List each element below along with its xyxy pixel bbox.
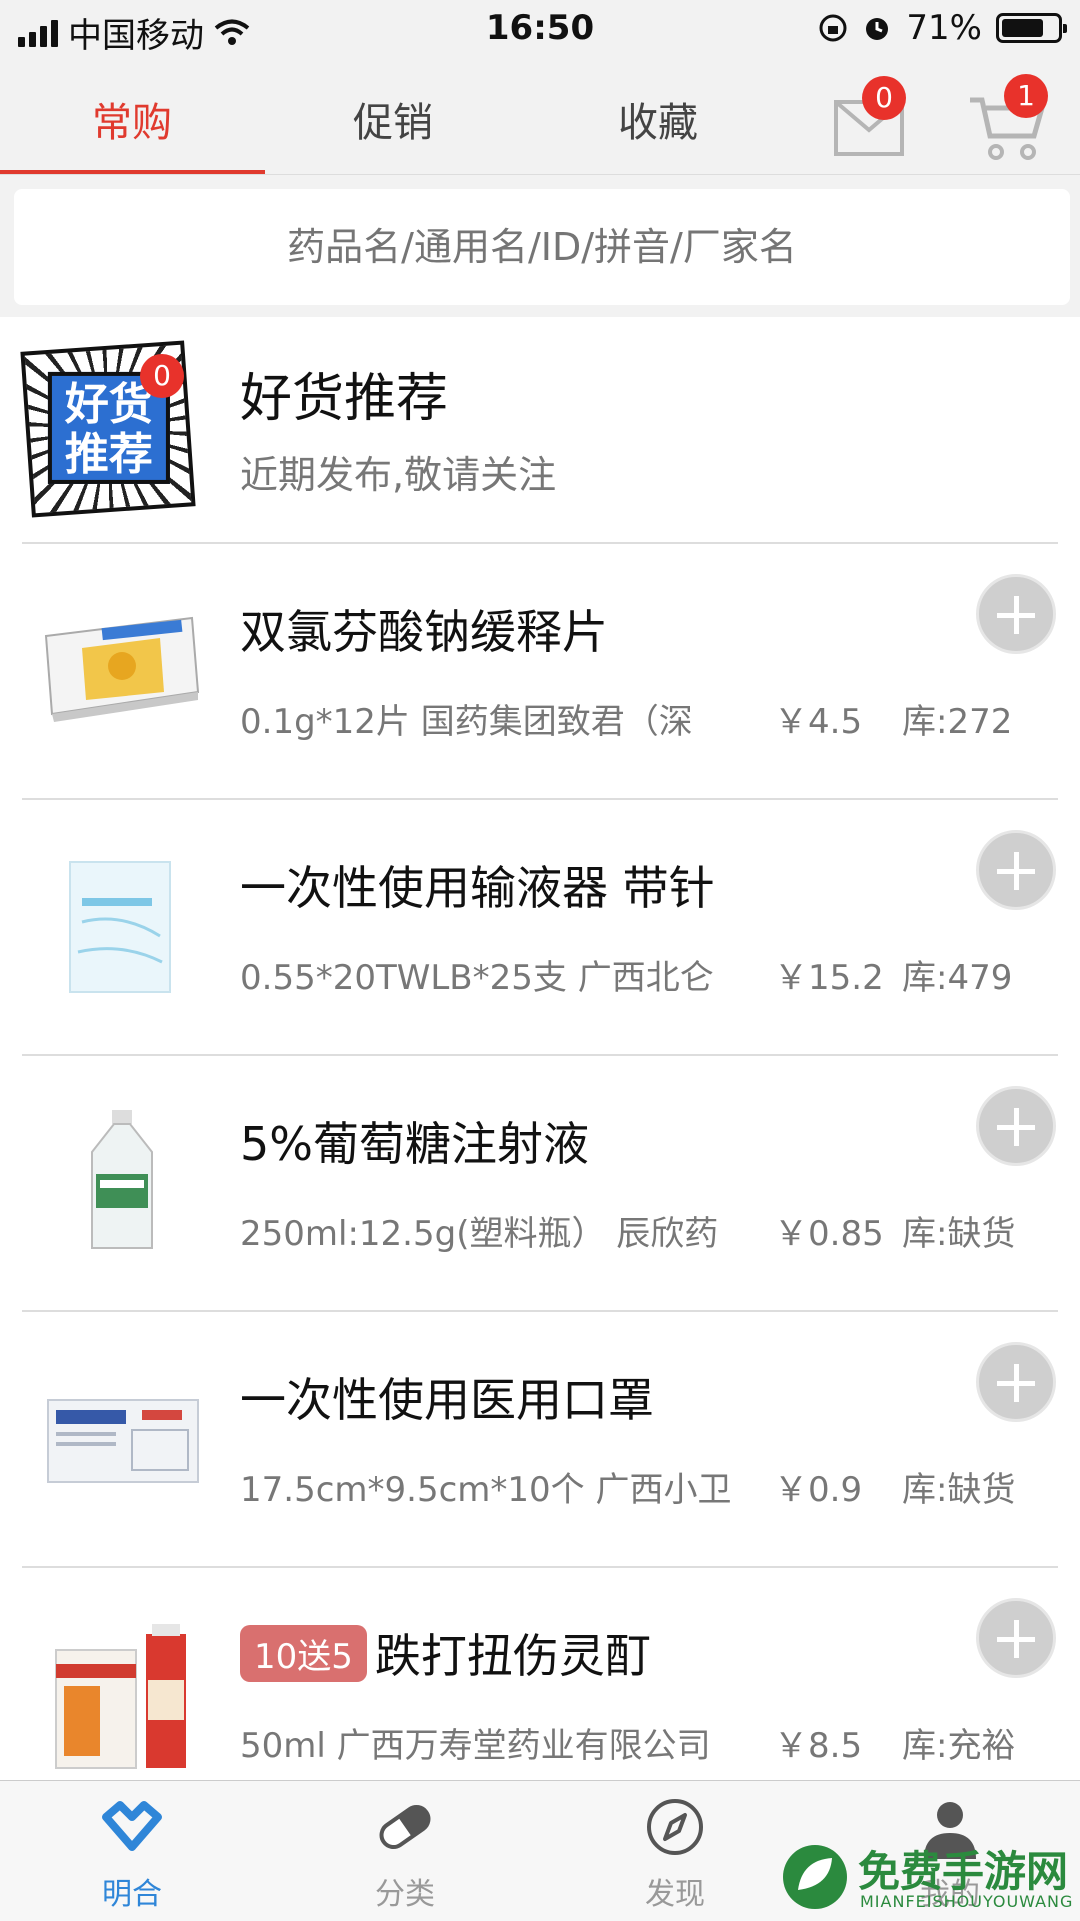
nav-home[interactable]: 明合	[42, 1795, 222, 1913]
product-image-tablet-box	[44, 616, 200, 722]
featured-subtitle: 近期发布,敬请关注	[240, 453, 557, 497]
nav-discover[interactable]: 发现	[585, 1795, 765, 1913]
search-input[interactable]	[14, 189, 1070, 305]
compass-icon	[647, 1799, 703, 1855]
nav-category-label: 分类	[375, 1877, 435, 1912]
product-list: 好货 推荐 0 好货推荐 近期发布,敬请关注 双氯芬酸钠缓释片 0.1g*12片…	[0, 318, 1080, 1824]
product-price: ￥8.5	[774, 1726, 863, 1766]
product-name: 5%葡萄糖注射液	[240, 1117, 589, 1171]
product-name: 双氯芬酸钠缓释片	[240, 605, 608, 659]
product-price: ￥15.2	[774, 958, 884, 998]
product-item[interactable]: 一次性使用输液器 带针 0.55*20TWLB*25支 广西北仑 ￥15.2 库…	[22, 800, 1058, 1056]
search-area	[0, 175, 1080, 317]
featured-image-text-2: 推荐	[64, 428, 153, 480]
featured-title: 好货推荐	[240, 369, 449, 429]
product-item[interactable]: 双氯芬酸钠缓释片 0.1g*12片 国药集团致君（深 ￥4.5 库:272	[22, 544, 1058, 800]
product-name: 一次性使用医用口罩	[240, 1373, 654, 1427]
product-spec: 50ml 广西万寿堂药业有限公司	[240, 1726, 711, 1766]
product-stock: 库:缺货	[902, 1470, 1016, 1510]
add-to-cart-button[interactable]	[976, 1086, 1056, 1166]
product-price: ￥0.85	[774, 1214, 884, 1254]
add-to-cart-button[interactable]	[976, 1598, 1056, 1678]
battery-icon	[996, 13, 1067, 43]
product-spec: 17.5cm*9.5cm*10个 广西小卫	[240, 1470, 732, 1510]
rotation-lock-icon	[819, 14, 847, 42]
product-image-mask-pack	[47, 1399, 199, 1483]
product-image-tincture-box	[55, 1624, 186, 1769]
messages-button[interactable]: 0	[820, 76, 910, 166]
alarm-icon	[866, 18, 889, 40]
product-item[interactable]: 一次性使用医用口罩 17.5cm*9.5cm*10个 广西小卫 ￥0.9 库:缺…	[22, 1312, 1058, 1568]
product-name: 一次性使用输液器 带针	[240, 861, 715, 915]
featured-badge: 0	[140, 354, 184, 398]
messages-badge: 0	[862, 76, 906, 120]
watermark: 免费手游网 MIANFEISHOUYOUWANG	[780, 1838, 1080, 1920]
product-price: ￥0.9	[774, 1470, 863, 1510]
product-spec: 0.55*20TWLB*25支 广西北仑	[240, 958, 714, 998]
watermark-subtext: MIANFEISHOUYOUWANG	[860, 1892, 1074, 1911]
nav-discover-label: 发现	[645, 1877, 705, 1912]
product-stock: 库:缺货	[902, 1214, 1016, 1254]
pill-icon	[379, 1804, 431, 1850]
watermark-text: 免费手游网	[858, 1847, 1069, 1896]
product-stock: 库:272	[902, 702, 1013, 742]
product-item[interactable]: 5%葡萄糖注射液 250ml:12.5g(塑料瓶） 辰欣药 ￥0.85 库:缺货	[22, 1056, 1058, 1312]
nav-category[interactable]: 分类	[315, 1795, 495, 1913]
product-stock: 库:充裕	[902, 1726, 1016, 1766]
product-image-glucose-bottle	[91, 1110, 153, 1249]
nav-home-label: 明合	[102, 1877, 162, 1912]
cart-button[interactable]: 1	[960, 74, 1060, 164]
add-to-cart-button[interactable]	[976, 1342, 1056, 1422]
watermark-leaf-icon	[783, 1845, 847, 1909]
promo-tag: 10送5	[240, 1624, 367, 1682]
status-bar: 中国移动 16:50 71%	[0, 0, 1080, 58]
product-image-infusion-set	[69, 861, 171, 993]
add-to-cart-button[interactable]	[976, 830, 1056, 910]
tab-regular[interactable]: 常购	[32, 90, 232, 148]
product-spec: 0.1g*12片 国药集团致君（深	[240, 702, 693, 742]
tab-promo[interactable]: 促销	[293, 90, 493, 148]
heart-logo-icon	[102, 1801, 162, 1851]
product-stock: 库:479	[902, 958, 1013, 998]
battery-percent: 71%	[906, 8, 982, 48]
top-tab-bar: 常购 促销 收藏 0 1	[0, 58, 1080, 175]
featured-recommendation[interactable]: 好货 推荐 0 好货推荐 近期发布,敬请关注	[20, 318, 1058, 544]
active-tab-indicator	[0, 170, 265, 174]
product-price: ￥4.5	[774, 702, 863, 742]
add-to-cart-button[interactable]	[976, 574, 1056, 654]
product-name: 10送5 跌打扭伤灵酊	[240, 1620, 651, 1686]
product-spec: 250ml:12.5g(塑料瓶） 辰欣药	[240, 1214, 719, 1254]
cart-badge: 1	[1004, 74, 1048, 118]
tab-favorites[interactable]: 收藏	[558, 90, 758, 148]
